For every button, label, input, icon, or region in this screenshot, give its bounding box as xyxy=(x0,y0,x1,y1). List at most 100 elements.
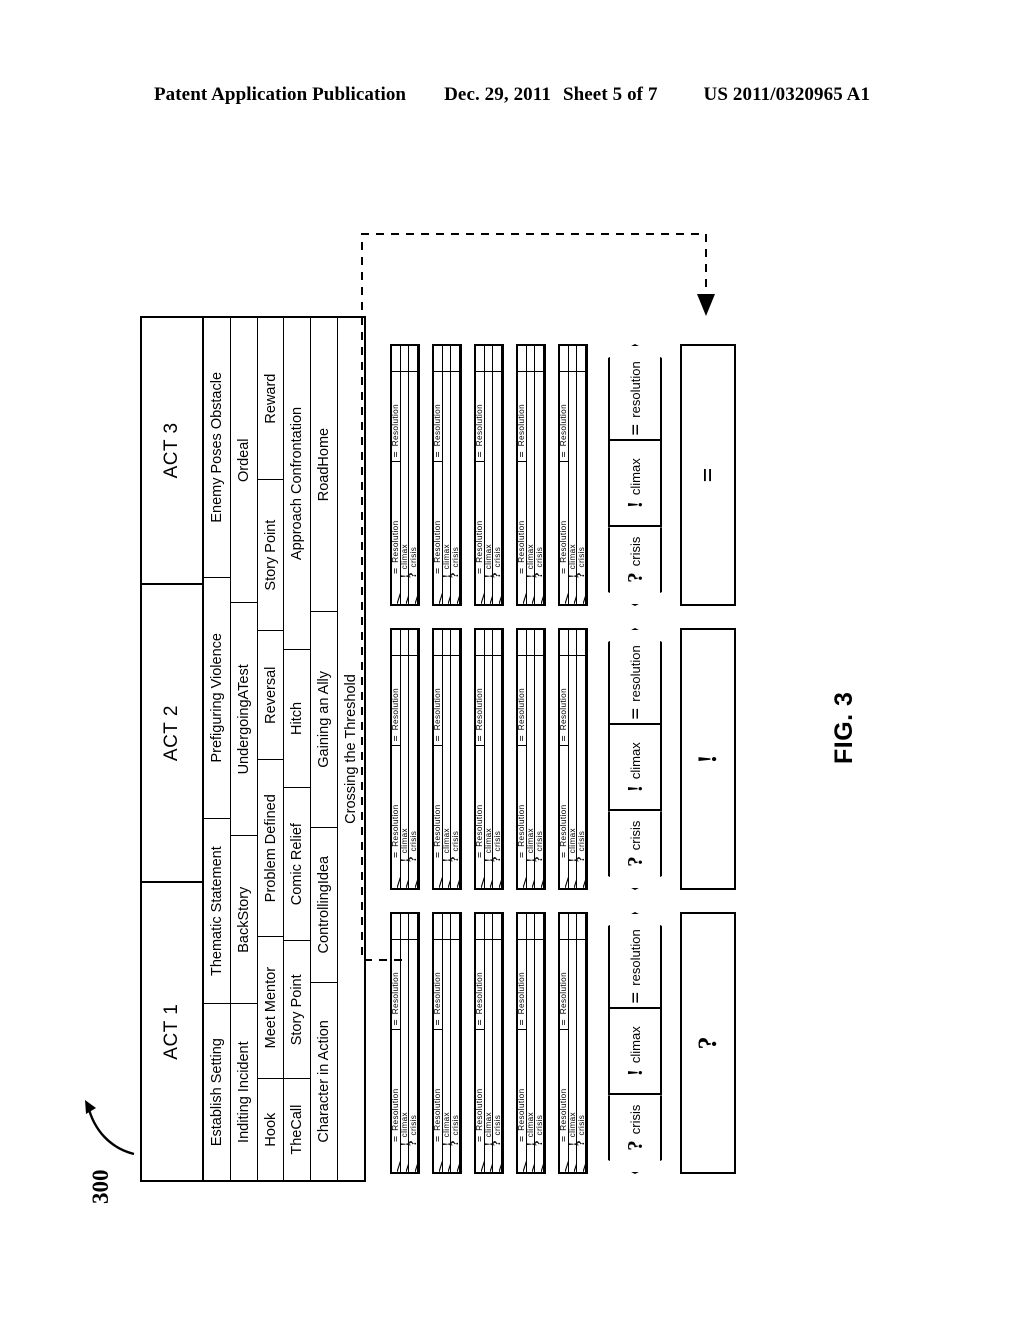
story-point-cell[interactable]: ControllingIdea xyxy=(311,826,338,982)
scene-card[interactable]: = Resolution = Resolution! climax? crisis xyxy=(390,344,420,606)
resolution-half[interactable]: = Resolution xyxy=(392,1029,401,1146)
story-point-cell[interactable]: Thematic Statement xyxy=(204,817,230,1004)
scene-card-band-climax[interactable]: ! climax xyxy=(442,630,452,888)
scene-card-band-crisis[interactable]: ? crisis xyxy=(451,630,461,888)
scene-card-band-climax[interactable]: ! climax xyxy=(400,630,410,888)
scene-card-band-climax[interactable]: ! climax xyxy=(526,346,536,604)
scene-card[interactable]: = Resolution = Resolution! climax? crisis xyxy=(516,344,546,606)
story-point-cell[interactable]: Meet Mentor xyxy=(257,936,284,1079)
resolution-half[interactable]: = Resolution xyxy=(476,745,485,862)
scene-card-band-resolution[interactable]: = Resolution = Resolution xyxy=(434,914,443,1172)
scene-card-band-climax[interactable]: ! climax xyxy=(484,630,494,888)
scene-card[interactable]: = Resolution = Resolution! climax? crisis xyxy=(474,912,504,1174)
story-point-cell[interactable]: BackStory xyxy=(230,835,257,1004)
scene-card-band-crisis[interactable]: ? crisis xyxy=(535,346,545,604)
story-point-cell[interactable]: Reversal xyxy=(257,630,284,760)
scene-card-band-crisis[interactable]: ? crisis xyxy=(493,630,503,888)
resolution-half[interactable]: = Resolution xyxy=(476,461,485,578)
scene-card-band-resolution[interactable]: = Resolution = Resolution xyxy=(434,630,443,888)
act-summary-segment-resolution[interactable]: = resolution xyxy=(608,628,662,725)
story-point-cell[interactable]: Story Point xyxy=(257,479,284,631)
story-point-cell[interactable]: Hook xyxy=(257,1078,284,1180)
scene-card-band-resolution[interactable]: = Resolution = Resolution xyxy=(476,630,485,888)
act-bar-1[interactable]: ? xyxy=(680,912,736,1174)
scene-card-band-climax[interactable]: ! climax xyxy=(400,914,410,1172)
resolution-half[interactable]: = Resolution xyxy=(560,1029,569,1146)
scene-card-band-climax[interactable]: ! climax xyxy=(484,914,494,1172)
act-summary-segment-crisis[interactable]: ? crisis xyxy=(608,527,662,606)
resolution-half[interactable]: = Resolution xyxy=(560,461,569,578)
scene-card-band-resolution[interactable]: = Resolution = Resolution xyxy=(560,346,569,604)
scene-card-band-resolution[interactable]: = Resolution = Resolution xyxy=(518,346,527,604)
scene-card[interactable]: = Resolution = Resolution! climax? crisis xyxy=(516,912,546,1174)
story-point-cell[interactable]: Problem Defined xyxy=(257,759,284,937)
story-point-cell[interactable]: Reward xyxy=(258,318,284,479)
scene-card-band-resolution[interactable]: = Resolution = Resolution xyxy=(476,914,485,1172)
scene-card-band-resolution[interactable]: = Resolution = Resolution xyxy=(518,914,527,1172)
scene-card-band-crisis[interactable]: ? crisis xyxy=(451,346,461,604)
scene-card-band-crisis[interactable]: ? crisis xyxy=(409,914,419,1172)
act-summary-segment-climax[interactable]: ! climax xyxy=(608,1008,662,1096)
resolution-half[interactable]: = Resolution xyxy=(392,461,401,578)
scene-card-band-resolution[interactable]: = Resolution = Resolution xyxy=(560,914,569,1172)
story-point-cell[interactable]: Character in Action xyxy=(311,981,338,1180)
scene-card-band-crisis[interactable]: ? crisis xyxy=(409,346,419,604)
scene-card-band-climax[interactable]: ! climax xyxy=(568,914,578,1172)
scene-card-band-crisis[interactable]: ? crisis xyxy=(535,630,545,888)
scene-card[interactable]: = Resolution = Resolution! climax? crisis xyxy=(474,628,504,890)
story-point-cell[interactable]: RoadHome xyxy=(311,318,337,611)
scene-card-band-climax[interactable]: ! climax xyxy=(442,914,452,1172)
resolution-half[interactable]: = Resolution xyxy=(518,1029,527,1146)
act-summary-segment-resolution[interactable]: = resolution xyxy=(608,344,662,441)
resolution-half[interactable]: = Resolution xyxy=(392,745,401,862)
scene-card-band-resolution[interactable]: = Resolution = Resolution xyxy=(392,630,401,888)
scene-card[interactable]: = Resolution = Resolution! climax? crisis xyxy=(390,912,420,1174)
scene-card[interactable]: = Resolution = Resolution! climax? crisis xyxy=(558,912,588,1174)
scene-card-band-resolution[interactable]: = Resolution = Resolution xyxy=(560,630,569,888)
resolution-half[interactable]: = Resolution xyxy=(434,461,443,578)
scene-card[interactable]: = Resolution = Resolution! climax? crisis xyxy=(474,344,504,606)
scene-card-band-resolution[interactable]: = Resolution = Resolution xyxy=(518,630,527,888)
act-bar-2[interactable]: ! xyxy=(680,628,736,890)
act-summary-segment-climax[interactable]: ! climax xyxy=(608,724,662,812)
scene-card-band-climax[interactable]: ! climax xyxy=(526,914,536,1172)
act-summary-segment-crisis[interactable]: ? crisis xyxy=(608,1095,662,1174)
scene-card-band-climax[interactable]: ! climax xyxy=(484,346,494,604)
scene-card[interactable]: = Resolution = Resolution! climax? crisis xyxy=(558,344,588,606)
resolution-half[interactable]: = Resolution xyxy=(518,745,527,862)
act-summary-segment-resolution[interactable]: = resolution xyxy=(608,912,662,1009)
act-bar-3[interactable]: = xyxy=(680,344,736,606)
scene-card-band-climax[interactable]: ! climax xyxy=(442,346,452,604)
resolution-half[interactable]: = Resolution xyxy=(560,745,569,862)
scene-card-band-crisis[interactable]: ? crisis xyxy=(493,346,503,604)
scene-card-band-climax[interactable]: ! climax xyxy=(526,630,536,888)
scene-card-band-resolution[interactable]: = Resolution = Resolution xyxy=(434,346,443,604)
scene-card-band-climax[interactable]: ! climax xyxy=(400,346,410,604)
scene-card[interactable]: = Resolution = Resolution! climax? crisis xyxy=(516,628,546,890)
story-point-cell[interactable]: Ordeal xyxy=(231,318,257,602)
scene-card-band-climax[interactable]: ! climax xyxy=(568,630,578,888)
act-summary-segment-climax[interactable]: ! climax xyxy=(608,440,662,528)
story-point-cell[interactable]: UndergoingATest xyxy=(230,602,257,836)
scene-card[interactable]: = Resolution = Resolution! climax? crisis xyxy=(432,912,462,1174)
story-point-cell[interactable]: Approach Confrontation xyxy=(284,318,310,649)
scene-card-band-crisis[interactable]: ? crisis xyxy=(535,914,545,1172)
story-point-cell[interactable]: Inditing Incident xyxy=(230,1003,257,1180)
scene-card-band-crisis[interactable]: ? crisis xyxy=(577,630,587,888)
scene-card[interactable]: = Resolution = Resolution! climax? crisis xyxy=(432,628,462,890)
resolution-half[interactable]: = Resolution xyxy=(518,461,527,578)
story-point-cell[interactable]: Establish Setting xyxy=(204,1003,230,1180)
scene-card-band-resolution[interactable]: = Resolution = Resolution xyxy=(392,346,401,604)
scene-card[interactable]: = Resolution = Resolution! climax? crisis xyxy=(390,628,420,890)
scene-card-band-crisis[interactable]: ? crisis xyxy=(451,914,461,1172)
scene-card-band-resolution[interactable]: = Resolution = Resolution xyxy=(476,346,485,604)
act-summary-segment-crisis[interactable]: ? crisis xyxy=(608,811,662,890)
scene-card[interactable]: = Resolution = Resolution! climax? crisis xyxy=(558,628,588,890)
scene-card-band-crisis[interactable]: ? crisis xyxy=(493,914,503,1172)
scene-card-band-crisis[interactable]: ? crisis xyxy=(409,630,419,888)
story-point-cell[interactable]: Gaining an Ally xyxy=(311,611,338,827)
resolution-half[interactable]: = Resolution xyxy=(434,1029,443,1146)
story-point-cell[interactable]: Hitch xyxy=(284,649,311,787)
scene-card-band-crisis[interactable]: ? crisis xyxy=(577,346,587,604)
story-point-cell[interactable]: Story Point xyxy=(284,940,311,1079)
